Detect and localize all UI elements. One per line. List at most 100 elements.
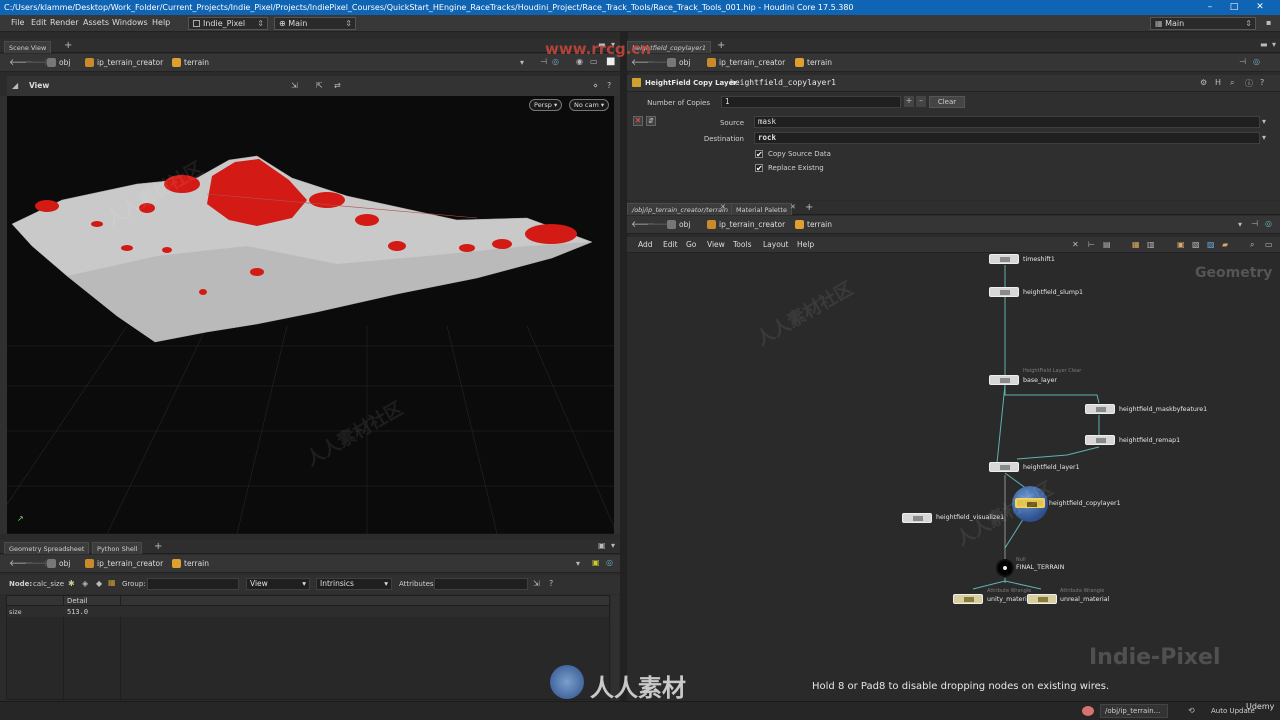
chevron-down-icon[interactable]: ▾ <box>576 559 580 568</box>
camera-menu[interactable]: No cam ▾ <box>569 99 610 111</box>
node-name-field[interactable]: heightfield_copylayer1 <box>730 78 836 87</box>
breadcrumb-obj[interactable]: obj <box>47 558 70 570</box>
add-tab-icon[interactable]: + <box>805 202 813 213</box>
attributes-field[interactable] <box>434 578 528 590</box>
transform-tool-icon[interactable]: ⇱ <box>316 81 323 90</box>
node-base-layer[interactable] <box>989 375 1019 385</box>
filter-icon[interactable]: ⇲ <box>533 579 540 588</box>
breadcrumb-terrain[interactable]: terrain <box>172 57 209 69</box>
tab-python-shell[interactable]: Python Shell <box>92 542 143 554</box>
right-desktop-selector[interactable]: ▦ Main ⇕ <box>1150 17 1256 30</box>
node-heightfield-slump1[interactable] <box>989 287 1019 297</box>
monitor-icon[interactable]: ▭ <box>1265 240 1273 249</box>
chevron-down-icon[interactable]: ▾ <box>1272 40 1276 49</box>
replace-existing-checkbox[interactable]: ✔ <box>755 164 763 173</box>
breadcrumb-terrain[interactable]: terrain <box>795 219 832 231</box>
tab-material-palette[interactable]: Material Palette <box>731 203 792 215</box>
detail-icon[interactable]: ▦ <box>108 578 116 587</box>
refresh-icon[interactable]: ⟲ <box>1188 706 1195 715</box>
list-icon[interactable]: ▤ <box>1103 240 1111 249</box>
viewport-3d[interactable]: ↗ Persp ▾ No cam ▾ <box>7 96 614 534</box>
minus-button[interactable]: – <box>916 96 926 107</box>
close-tab-icon[interactable]: ✕ <box>790 203 796 211</box>
pin-icon[interactable]: ▪ <box>1266 18 1271 27</box>
copy-source-checkbox[interactable]: ✔ <box>755 150 763 159</box>
net-menu-go[interactable]: Go <box>686 240 696 249</box>
breadcrumb-terrain[interactable]: terrain <box>172 558 209 570</box>
remove-instance-button[interactable]: ✕ <box>633 116 643 126</box>
destination-field[interactable]: rock <box>754 132 1260 144</box>
source-field[interactable]: mask <box>754 116 1260 128</box>
grid-lines-icon[interactable]: ▥ <box>1147 240 1155 249</box>
plus-button[interactable]: + <box>904 96 914 107</box>
minimize-button[interactable]: – <box>1198 0 1222 15</box>
context-selector[interactable]: ⊕ Main ⇕ <box>274 17 356 30</box>
menu-assets[interactable]: Assets <box>83 18 109 27</box>
tab-geometry-spreadsheet[interactable]: Geometry Spreadsheet <box>4 542 90 554</box>
insert-instance-button[interactable]: ⇵ <box>646 116 656 126</box>
tab-scene-view[interactable]: Scene View <box>4 41 52 53</box>
maximize-button[interactable]: □ <box>1222 0 1246 15</box>
pin-icon[interactable]: ⊣ <box>540 57 547 66</box>
table-icon[interactable]: ▧ <box>1192 240 1200 249</box>
grid-icon[interactable]: ▦ <box>1132 240 1140 249</box>
search-icon[interactable]: ⌕ <box>1250 240 1254 250</box>
copies-field[interactable]: 1 <box>721 96 901 108</box>
breadcrumb-obj[interactable]: obj <box>667 219 690 231</box>
add-tab-icon[interactable]: + <box>64 40 72 51</box>
info-icon[interactable]: ⓘ <box>1245 78 1253 89</box>
breadcrumb-ip-terrain[interactable]: ip_terrain_creator <box>707 219 785 231</box>
forward-arrow-icon[interactable]: 🡒 <box>25 558 49 569</box>
point-icon[interactable]: ✱ <box>68 579 75 588</box>
status-path[interactable]: /obj/ip_terrain... <box>1100 704 1168 718</box>
hscript-icon[interactable]: H <box>1215 78 1221 87</box>
node-heightfield-remap1[interactable] <box>1085 435 1115 445</box>
menu-file[interactable]: File <box>11 18 24 27</box>
chevron-down-icon[interactable]: ▾ <box>1238 220 1242 229</box>
breadcrumb-ip-terrain[interactable]: ip_terrain_creator <box>85 558 163 570</box>
node-heightfield-maskbyfeature1[interactable] <box>1085 404 1115 414</box>
help-icon[interactable]: ? <box>1260 78 1264 87</box>
node-heightfield-copylayer1[interactable] <box>1015 498 1045 508</box>
node-heightfield-visualize1[interactable] <box>902 513 932 523</box>
net-menu-view[interactable]: View <box>707 240 725 249</box>
tab-network[interactable]: /obj/ip_terrain_creator/terrain <box>627 203 733 215</box>
add-tab-icon[interactable]: + <box>154 541 162 552</box>
breadcrumb-ip-terrain[interactable]: ip_terrain_creator <box>85 57 163 69</box>
snap-icon[interactable]: ⋄ <box>593 81 598 90</box>
handle-tool-icon[interactable]: ⇄ <box>334 81 341 90</box>
select-tool-icon[interactable]: ⇲ <box>291 81 298 90</box>
node-final-terrain[interactable] <box>996 559 1014 577</box>
folder-icon[interactable]: ▰ <box>1222 240 1228 249</box>
node-heightfield-layer1[interactable] <box>989 462 1019 472</box>
chevron-down-icon[interactable]: ▾ <box>520 58 524 67</box>
prim-icon[interactable]: ◆ <box>96 579 102 588</box>
pane-menu-icon[interactable]: ▣ <box>598 541 606 550</box>
pin-icon[interactable]: ⊣ <box>1239 57 1246 66</box>
vertex-icon[interactable]: ◈ <box>82 579 88 588</box>
desktop-selector[interactable]: Indie_Pixel ⇕ <box>188 17 268 30</box>
help-icon[interactable]: ? <box>607 81 611 90</box>
intrinsics-select[interactable]: Intrinsics ▾ <box>316 578 392 590</box>
net-menu-help[interactable]: Help <box>797 240 814 249</box>
display-icon[interactable]: ▭ <box>590 57 598 66</box>
menu-help[interactable]: Help <box>152 18 170 27</box>
menu-windows[interactable]: Windows <box>112 18 148 27</box>
breadcrumb-terrain[interactable]: terrain <box>795 57 832 69</box>
clear-button[interactable]: Clear <box>929 96 965 108</box>
tree-icon[interactable]: ⊢ <box>1088 240 1095 249</box>
search-icon[interactable]: ⌕ <box>1230 78 1234 88</box>
net-menu-layout[interactable]: Layout <box>763 240 789 249</box>
persp-menu[interactable]: Persp ▾ <box>529 99 563 111</box>
chevron-down-icon[interactable]: ▾ <box>1262 133 1266 142</box>
pin-icon[interactable]: ▣ <box>592 558 600 567</box>
node-unity-material[interactable] <box>953 594 983 604</box>
forward-arrow-icon[interactable]: 🡒 <box>25 57 49 68</box>
help-icon[interactable]: ? <box>549 579 553 588</box>
link-icon[interactable]: ◎ <box>1253 57 1260 66</box>
menu-edit[interactable]: Edit <box>31 18 47 27</box>
add-tab-icon[interactable]: + <box>717 40 725 51</box>
close-tab-icon[interactable]: ✕ <box>720 203 726 211</box>
gear-icon[interactable]: ⚙ <box>1200 78 1207 87</box>
link-icon[interactable]: ◎ <box>606 558 613 567</box>
